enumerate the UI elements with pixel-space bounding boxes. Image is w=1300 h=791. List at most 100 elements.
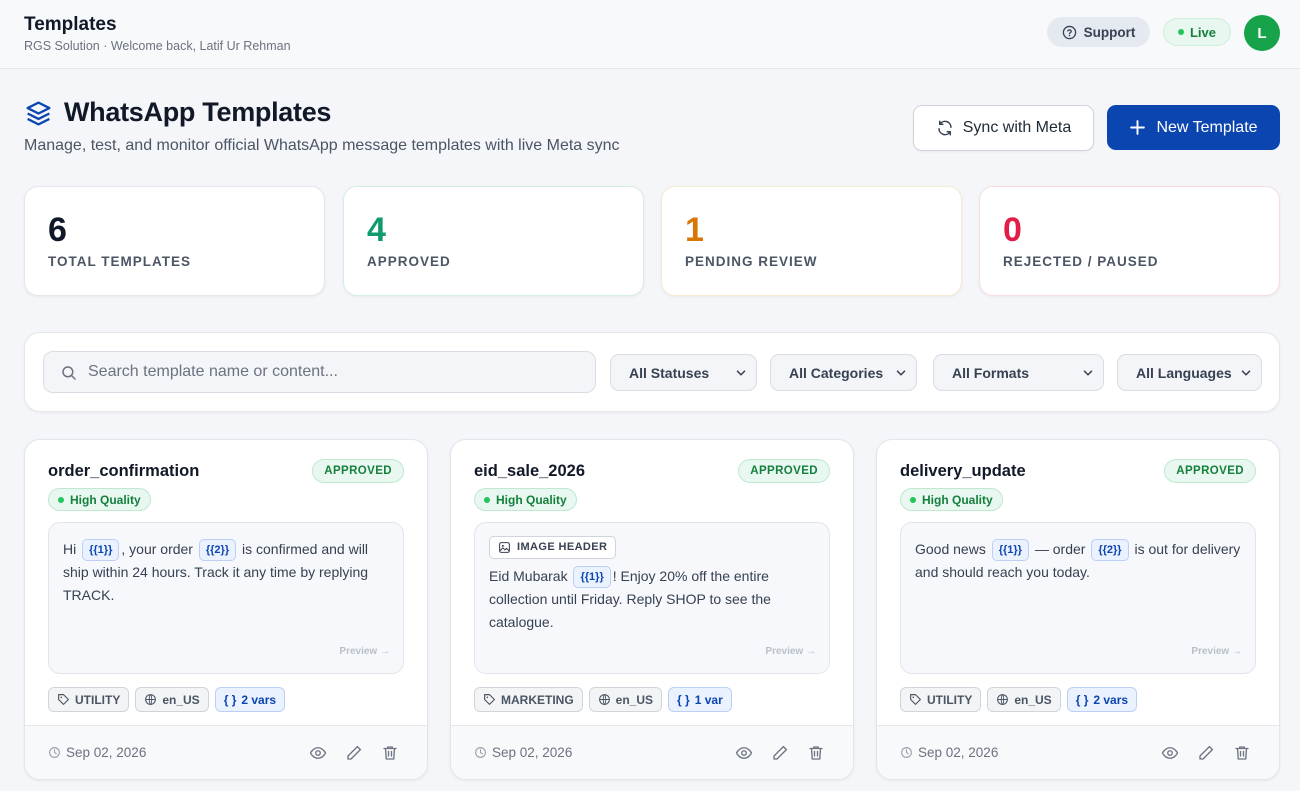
chevron-down-icon bbox=[896, 370, 906, 376]
card-footer: Sep 02, 2026 bbox=[25, 725, 427, 779]
avatar[interactable]: L bbox=[1244, 15, 1280, 51]
globe-icon bbox=[145, 694, 157, 705]
chevron-down-icon bbox=[736, 370, 746, 376]
variable-chip: {{1}} bbox=[82, 539, 120, 561]
category-label: UTILITY bbox=[927, 692, 973, 707]
status-badge: APPROVED bbox=[738, 459, 830, 483]
plus-icon bbox=[1130, 120, 1146, 135]
category-label: UTILITY bbox=[75, 692, 121, 707]
date-label: Sep 02, 2026 bbox=[492, 745, 573, 760]
quality-dot-icon bbox=[910, 496, 916, 503]
card-actions bbox=[1161, 744, 1251, 762]
edit-pencil-icon[interactable] bbox=[1197, 744, 1215, 762]
format-filter-select[interactable]: All Formats bbox=[933, 354, 1104, 391]
search-icon bbox=[62, 366, 76, 380]
quality-label: High Quality bbox=[496, 492, 567, 507]
stat-label: REJECTED / PAUSED bbox=[1003, 254, 1159, 269]
image-icon bbox=[499, 542, 510, 553]
language-filter-select[interactable]: All Languages bbox=[1117, 354, 1262, 391]
preview-link[interactable]: Preview → bbox=[1191, 646, 1242, 657]
sync-with-meta-button[interactable]: Sync with Meta bbox=[913, 105, 1094, 151]
refresh-icon bbox=[938, 120, 952, 136]
edit-pencil-icon[interactable] bbox=[345, 744, 363, 762]
trash-icon[interactable] bbox=[1233, 744, 1251, 762]
category-filter-value: All Categories bbox=[789, 364, 884, 381]
body-text: Good news bbox=[915, 541, 990, 557]
body-text: Eid Mubarak bbox=[489, 568, 572, 584]
date-label: Sep 02, 2026 bbox=[918, 745, 999, 760]
language-tag: en_US bbox=[135, 687, 209, 712]
template-card-eid-sale[interactable]: eid_sale_2026 APPROVED High Quality IMAG… bbox=[450, 439, 854, 780]
help-circle-icon bbox=[1062, 25, 1076, 39]
live-status-badge: Live bbox=[1163, 18, 1231, 46]
card-footer: Sep 02, 2026 bbox=[877, 725, 1279, 779]
quality-badge: High Quality bbox=[900, 488, 1003, 511]
status-badge: APPROVED bbox=[1164, 459, 1256, 483]
tag-row: UTILITY en_US { } 2 vars bbox=[900, 687, 1138, 712]
variables-label: 1 var bbox=[694, 692, 723, 707]
new-template-button[interactable]: New Template bbox=[1107, 105, 1280, 150]
message-preview[interactable]: Hi {{1}}, your order {{2}} is confirmed … bbox=[48, 522, 404, 674]
message-body: IMAGE HEADER Eid Mubarak {{1}}! Enjoy 20… bbox=[489, 536, 821, 634]
preview-link[interactable]: Preview → bbox=[339, 646, 390, 657]
template-card-delivery-update[interactable]: delivery_update APPROVED High Quality Go… bbox=[876, 439, 1280, 780]
variables-tag: { } 2 vars bbox=[1066, 687, 1138, 712]
date-label: Sep 02, 2026 bbox=[66, 745, 147, 760]
category-tag: UTILITY bbox=[48, 687, 130, 712]
stat-card-total: 6 TOTAL TEMPLATES bbox=[24, 186, 325, 296]
layers-icon bbox=[26, 101, 51, 126]
eye-icon[interactable] bbox=[309, 744, 327, 762]
template-name: eid_sale_2026 bbox=[474, 462, 586, 480]
trash-icon[interactable] bbox=[381, 744, 399, 762]
quality-dot-icon bbox=[484, 496, 490, 503]
template-card-order-confirmation[interactable]: order_confirmation APPROVED High Quality… bbox=[24, 439, 428, 780]
search-box[interactable] bbox=[43, 351, 596, 393]
language-label: en_US bbox=[1014, 692, 1052, 707]
variables-tag: { } 2 vars bbox=[214, 687, 286, 712]
live-label: Live bbox=[1189, 24, 1216, 40]
message-body: Hi {{1}}, your order {{2}} is confirmed … bbox=[63, 538, 395, 607]
support-button[interactable]: Support bbox=[1047, 17, 1150, 47]
quality-label: High Quality bbox=[70, 492, 141, 507]
template-name: delivery_update bbox=[900, 462, 1026, 480]
quality-badge: High Quality bbox=[474, 488, 577, 511]
category-filter-select[interactable]: All Categories bbox=[770, 354, 917, 391]
language-filter-value: All Languages bbox=[1136, 364, 1232, 381]
eye-icon[interactable] bbox=[735, 744, 753, 762]
stat-value: 1 bbox=[685, 211, 704, 249]
language-label: en_US bbox=[615, 692, 654, 707]
eye-icon[interactable] bbox=[1161, 744, 1179, 762]
top-bar: Templates RGS Solution · Welcome back, L… bbox=[0, 0, 1300, 69]
format-filter-value: All Formats bbox=[952, 364, 1030, 381]
template-name: order_confirmation bbox=[48, 462, 200, 480]
variable-chip: {{2}} bbox=[1091, 539, 1129, 561]
stat-card-rejected: 0 REJECTED / PAUSED bbox=[979, 186, 1280, 296]
braces-icon: { } bbox=[677, 692, 690, 707]
variables-tag: { } 1 var bbox=[668, 687, 732, 712]
clock-icon bbox=[901, 747, 912, 758]
language-tag: en_US bbox=[588, 687, 663, 712]
trash-icon[interactable] bbox=[807, 744, 825, 762]
category-label: MARKETING bbox=[501, 692, 574, 707]
status-badge: APPROVED bbox=[312, 459, 404, 483]
clock-icon bbox=[475, 747, 486, 758]
body-text: — order bbox=[1030, 541, 1090, 557]
card-footer: Sep 02, 2026 bbox=[451, 725, 853, 779]
chevron-down-icon bbox=[1083, 370, 1093, 376]
edit-pencil-icon[interactable] bbox=[771, 744, 789, 762]
status-filter-select[interactable]: All Statuses bbox=[610, 354, 757, 391]
category-tag: UTILITY bbox=[900, 687, 982, 712]
stat-value: 6 bbox=[48, 211, 67, 249]
status-filter-value: All Statuses bbox=[629, 364, 710, 381]
sync-label: Sync with Meta bbox=[962, 119, 1072, 136]
stat-card-pending: 1 PENDING REVIEW bbox=[661, 186, 962, 296]
message-preview[interactable]: IMAGE HEADER Eid Mubarak {{1}}! Enjoy 20… bbox=[474, 522, 830, 674]
clock-icon bbox=[49, 747, 60, 758]
quality-dot-icon bbox=[58, 496, 64, 503]
search-input[interactable] bbox=[88, 352, 588, 392]
braces-icon: { } bbox=[1075, 692, 1089, 707]
card-actions bbox=[309, 744, 399, 762]
message-preview[interactable]: Good news {{1}} — order {{2}} is out for… bbox=[900, 522, 1256, 674]
preview-link[interactable]: Preview → bbox=[765, 646, 816, 657]
globe-icon bbox=[598, 694, 610, 705]
